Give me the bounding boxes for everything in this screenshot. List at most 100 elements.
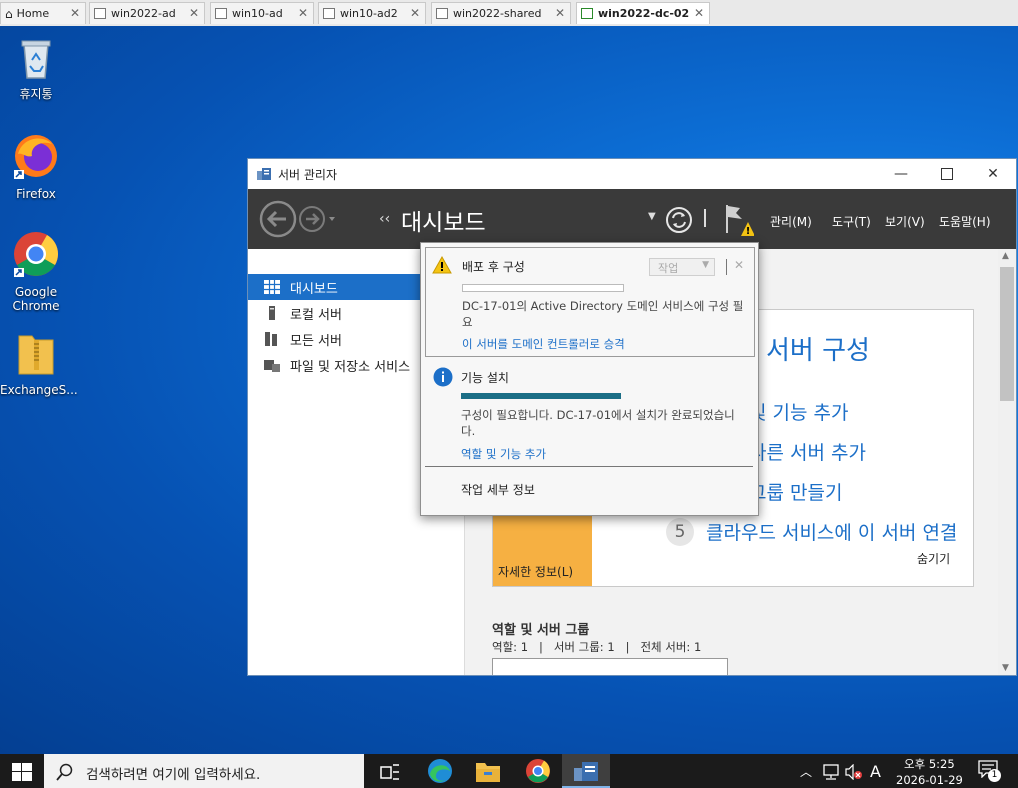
close-icon[interactable]: ✕ [189, 6, 199, 20]
vm-icon [94, 8, 106, 19]
chrome-icon [14, 232, 58, 277]
vm-icon [323, 8, 335, 19]
notification-message: DC-17-01의 Active Directory 도메인 서비스에 구성 필… [462, 299, 744, 329]
forward-icon[interactable] [299, 206, 325, 232]
role-tile-partial [492, 658, 728, 675]
close-icon[interactable]: ✕ [70, 6, 80, 20]
window-title: 서버 관리자 [278, 167, 338, 182]
header-divider [704, 209, 706, 227]
chrome-taskbar-icon[interactable] [525, 758, 551, 784]
notifications-flag-icon[interactable]: ! [724, 203, 754, 237]
network-icon[interactable] [822, 764, 840, 780]
notification-post-deploy: 배포 후 구성 작업 ▼ ✕ DC-17-01의 Active Director… [425, 247, 755, 357]
close-icon[interactable]: ✕ [694, 6, 704, 20]
desktop-icon-firefox[interactable]: Firefox [0, 132, 72, 201]
clock-date[interactable]: 2026-01-29 [896, 773, 963, 787]
close-button[interactable]: ✕ [970, 159, 1016, 189]
windows-start-icon[interactable] [12, 763, 32, 781]
volume-muted-icon[interactable] [845, 764, 863, 780]
nav-arrows [259, 200, 335, 238]
info-icon [433, 367, 453, 387]
page-title: 대시보드 [401, 210, 486, 236]
popup-divider [726, 259, 727, 275]
vm-tab-bar: ⌂ Home ✕ win2022-ad ✕ win10-ad ✕ win10-a… [0, 0, 1018, 27]
vm-icon [436, 8, 448, 19]
roles-heading: 역할 및 서버 그룹 [492, 623, 590, 638]
vertical-scrollbar[interactable]: ▲ ▼ [998, 249, 1016, 675]
zip-folder-icon [18, 335, 54, 375]
search-icon [56, 763, 73, 781]
taskbar-server-manager[interactable] [562, 754, 610, 788]
vm-tab-win2022-ad[interactable]: win2022-ad ✕ [89, 2, 205, 24]
warning-icon [432, 256, 452, 274]
feature-install-progress [461, 393, 621, 399]
learn-more-link[interactable]: 자세한 정보(L) [498, 563, 573, 580]
add-roles-link[interactable]: 역할 및 기능 추가 [461, 446, 546, 462]
roles-summary: 역할: 1 | 서버 그룹: 1 | 전체 서버: 1 [492, 640, 702, 654]
post-deploy-progress [462, 284, 624, 292]
recycle-bin-icon [21, 40, 51, 79]
maximize-button[interactable] [924, 159, 970, 189]
step-add-servers[interactable]: 다른 서버 추가 [749, 438, 866, 465]
firefox-icon [14, 135, 57, 179]
hide-link[interactable]: 숨기기 [917, 550, 950, 567]
action-center-button[interactable]: 1 [978, 760, 1001, 782]
header-bar: ‹‹ 대시보드 ▼ ! 관리(M) 도구(T) 보기(V) 도움말(H) [248, 189, 1016, 249]
welcome-title: 서버 구성 [766, 336, 870, 366]
desktop-icon-chrome[interactable]: Google Chrome [0, 230, 72, 313]
refresh-dropdown-icon[interactable]: ▼ [648, 211, 656, 222]
taskbar-search-box[interactable]: 검색하려면 여기에 입력하세요. [44, 754, 364, 788]
taskbar: 검색하려면 여기에 입력하세요. ︿ A 오후 5:25 2026-01-29 [0, 754, 1018, 788]
vm-tab-home[interactable]: ⌂ Home ✕ [0, 2, 86, 24]
step-number-5: 5 [666, 518, 694, 546]
history-dropdown-icon[interactable] [329, 217, 335, 221]
close-icon[interactable]: ✕ [410, 6, 420, 20]
step-create-group[interactable]: 그룹 만들기 [749, 478, 842, 505]
notification-count-badge: 1 [988, 769, 1001, 782]
notification-title: 배포 후 구성 [462, 260, 525, 274]
refresh-icon[interactable] [665, 206, 693, 234]
popup-separator [425, 466, 753, 467]
ime-indicator[interactable]: A [870, 762, 881, 781]
desktop-icon-recycle-bin[interactable]: 휴지통 [0, 36, 72, 101]
back-icon[interactable] [259, 200, 297, 238]
menu-tools[interactable]: 도구(T) [832, 213, 871, 230]
dismiss-icon[interactable]: ✕ [734, 258, 744, 272]
notifications-popup: 배포 후 구성 작업 ▼ ✕ DC-17-01의 Active Director… [420, 242, 759, 516]
home-icon: ⌂ [5, 6, 13, 21]
edge-icon[interactable] [427, 758, 453, 784]
close-icon[interactable]: ✕ [298, 6, 308, 20]
task-details-link[interactable]: 작업 세부 정보 [461, 481, 535, 498]
clock-time[interactable]: 오후 5:25 [904, 756, 955, 772]
menu-manage[interactable]: 관리(M) [770, 213, 812, 230]
vm-icon [215, 8, 227, 19]
server-manager-icon [574, 762, 598, 781]
scroll-down-icon[interactable]: ▼ [1002, 663, 1009, 673]
file-explorer-icon[interactable] [475, 761, 501, 783]
vm-running-icon [581, 8, 593, 19]
storage-icon [264, 360, 280, 372]
close-icon[interactable]: ✕ [555, 6, 565, 20]
scroll-up-icon[interactable]: ▲ [1002, 251, 1009, 261]
vm-tab-win10-ad[interactable]: win10-ad ✕ [210, 2, 314, 24]
server-manager-icon [257, 168, 271, 180]
step-connect-cloud[interactable]: 클라우드 서비스에 이 서버 연결 [706, 518, 957, 545]
task-view-icon[interactable] [380, 763, 400, 781]
vm-tab-win2022-shared[interactable]: win2022-shared ✕ [431, 2, 571, 24]
chevron-down-icon: ▼ [702, 260, 709, 270]
notification-title: 기능 설치 [461, 371, 509, 385]
svg-text:!: ! [746, 226, 751, 237]
promote-dc-link[interactable]: 이 서버를 도메인 컨트롤러로 승격 [462, 336, 625, 352]
menu-view[interactable]: 보기(V) [885, 213, 925, 230]
minimize-button[interactable]: — [878, 159, 924, 189]
vm-tab-win10-ad2[interactable]: win10-ad2 ✕ [318, 2, 426, 24]
title-bar[interactable]: 서버 관리자 — ✕ [248, 159, 1016, 189]
scroll-thumb[interactable] [1000, 267, 1014, 401]
step-add-roles[interactable]: 및 기능 추가 [749, 398, 848, 425]
vm-tab-win2022-dc-02[interactable]: win2022-dc-02 ✕ [576, 2, 710, 24]
chevron-up-icon[interactable]: ︿ [800, 763, 812, 780]
task-dropdown[interactable]: 작업 ▼ [649, 258, 715, 276]
dashboard-icon [264, 280, 280, 294]
menu-help[interactable]: 도움말(H) [939, 213, 991, 230]
desktop-icon-exchange-zip[interactable]: ExchangeS... [0, 330, 78, 397]
